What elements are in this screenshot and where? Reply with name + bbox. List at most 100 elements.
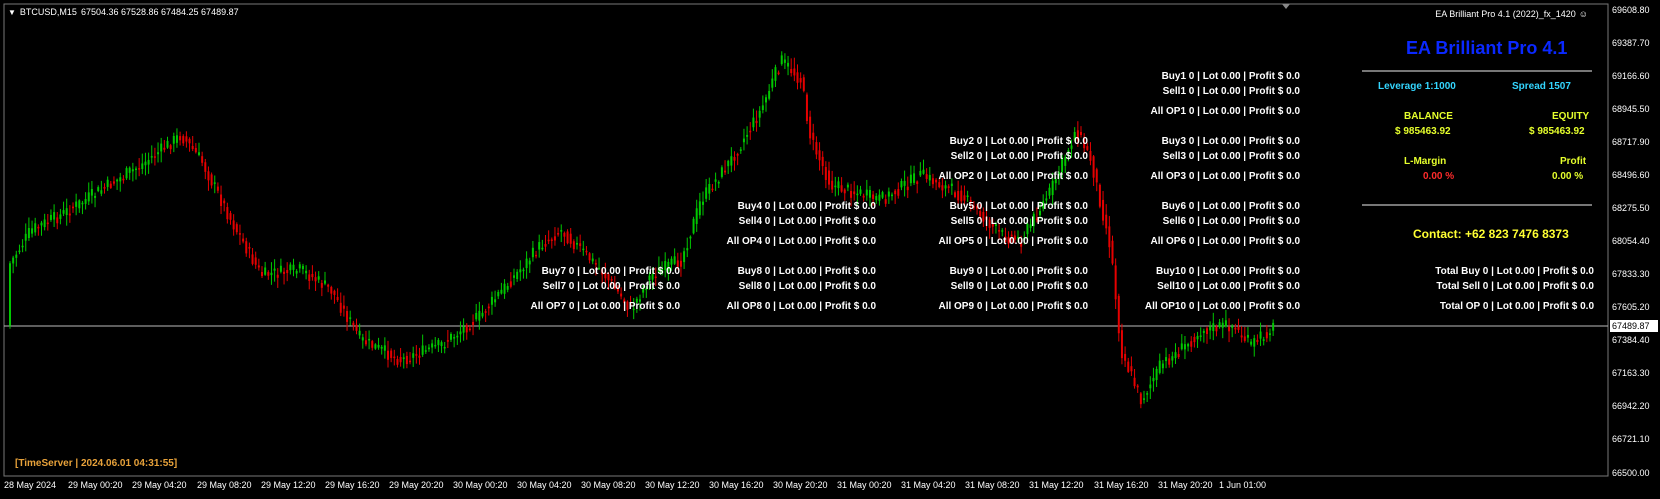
candle-body [1259, 331, 1262, 339]
price-tick-label: 67605.20 [1612, 302, 1650, 312]
candle-body [462, 326, 465, 333]
candle-body [831, 180, 834, 190]
candle-body [1133, 377, 1136, 387]
candle-body [569, 233, 572, 244]
price-tick-label: 66721.10 [1612, 434, 1650, 444]
candle-body [267, 272, 270, 276]
candle-body [670, 258, 673, 265]
group-5-buy-row: Buy5 0 | Lot 0.00 | Profit $ 0.0 [949, 201, 1088, 212]
candle-body [506, 286, 509, 290]
candle-body [531, 247, 534, 258]
candle-body [87, 192, 90, 202]
candle-body [1272, 322, 1275, 331]
candle-body [1218, 322, 1221, 328]
candle-body [541, 247, 544, 250]
candle-body [424, 350, 427, 352]
price-tick-label: 69166.60 [1612, 71, 1650, 81]
candle-body [185, 136, 188, 142]
candle-body [1209, 326, 1212, 331]
candle-body [377, 344, 380, 348]
candle-body [97, 187, 100, 191]
candle-body [90, 189, 93, 196]
candle-body [1256, 339, 1259, 342]
candle-body [409, 360, 412, 363]
time-tick-label: 31 May 12:20 [1029, 480, 1084, 490]
time-tick-label: 31 May 20:20 [1158, 480, 1213, 490]
candle-body [283, 271, 286, 274]
candle-body [122, 178, 125, 181]
candle-body [793, 68, 796, 76]
candle-body [175, 135, 178, 143]
group-7-buy-row: Buy7 0 | Lot 0.00 | Profit $ 0.0 [541, 266, 680, 277]
candle-body [755, 120, 758, 124]
candle-body [298, 264, 301, 269]
candle-body [957, 190, 960, 201]
group-1-allop-row: All OP1 0 | Lot 0.00 | Profit $ 0.0 [1150, 106, 1300, 117]
candle-body [1262, 339, 1265, 341]
candle-body [346, 310, 349, 322]
time-tick-label: 30 May 12:20 [645, 480, 700, 490]
candle-body [891, 194, 893, 197]
time-tick-label: 29 May 08:20 [197, 480, 252, 490]
candle-body [509, 281, 512, 287]
candle-body [443, 346, 446, 349]
candle-body [1165, 357, 1168, 362]
candle-body [68, 213, 71, 216]
group-7-sell-row: Sell7 0 | Lot 0.00 | Profit $ 0.0 [542, 281, 680, 292]
candle-body [31, 228, 34, 234]
candle-body [720, 167, 723, 177]
candle-body [862, 195, 865, 198]
candle-body [251, 254, 254, 264]
group-5-sell-row: Sell5 0 | Lot 0.00 | Profit $ 0.0 [950, 216, 1088, 227]
chart-menu-arrow-icon[interactable]: ▼ [8, 8, 16, 17]
group-8-allop-row: All OP8 0 | Lot 0.00 | Profit $ 0.0 [726, 301, 876, 312]
candle-body [1136, 385, 1139, 388]
candle-body [27, 228, 30, 239]
candle-body [1237, 326, 1240, 330]
candle-body [1250, 341, 1253, 345]
group-1-sell-row: Sell1 0 | Lot 0.00 | Profit $ 0.0 [1162, 86, 1300, 97]
candle-body [128, 167, 131, 173]
candle-body [1108, 226, 1111, 248]
ea-attached-label[interactable]: EA Brilliant Pro 4.1 (2022)_fx_1420 ☺ [1435, 9, 1588, 19]
candle-body [698, 201, 701, 216]
candle-body [276, 274, 279, 278]
candle-body [790, 69, 793, 74]
candle-body [774, 67, 777, 81]
candle-body [412, 353, 415, 358]
candlestick-chart[interactable] [0, 0, 1660, 499]
total-sell-row: Total Sell 0 | Lot 0.00 | Profit $ 0.0 [1436, 281, 1594, 292]
time-tick-label: 28 May 2024 [4, 480, 57, 490]
candle-body [59, 214, 62, 219]
candle-body [900, 181, 903, 188]
candle-body [1048, 187, 1051, 196]
candle-body [503, 283, 506, 294]
candle-body [1193, 336, 1196, 343]
candle-body [909, 174, 912, 184]
time-tick-label: 29 May 16:20 [325, 480, 380, 490]
price-chart[interactable] [0, 0, 1660, 499]
group-9-sell-row: Sell9 0 | Lot 0.00 | Profit $ 0.0 [950, 281, 1088, 292]
candle-body [468, 328, 471, 331]
candle-body [1206, 328, 1208, 334]
candle-body [56, 217, 59, 224]
candle-body [24, 233, 27, 241]
candle-body [232, 220, 235, 230]
lmargin-label: L-Margin [1404, 156, 1447, 167]
candle-body [1130, 366, 1133, 372]
candle-body [1139, 393, 1142, 405]
candle-body [1080, 131, 1082, 136]
candle-body [21, 245, 24, 248]
candle-body [450, 333, 452, 340]
candle-body [579, 243, 582, 247]
ohlc-values: 67504.36 67528.86 67484.25 67489.87 [80, 7, 239, 17]
candle-body [147, 159, 150, 165]
group-5-allop-row: All OP5 0 | Lot 0.00 | Profit $ 0.0 [938, 236, 1088, 247]
candle-body [135, 168, 137, 171]
candle-body [837, 181, 840, 189]
current-price-label: 67489.87 [1610, 320, 1658, 332]
time-tick-label: 29 May 04:20 [132, 480, 187, 490]
candle-body [922, 169, 925, 174]
candle-body [418, 355, 421, 358]
candle-body [301, 265, 304, 270]
